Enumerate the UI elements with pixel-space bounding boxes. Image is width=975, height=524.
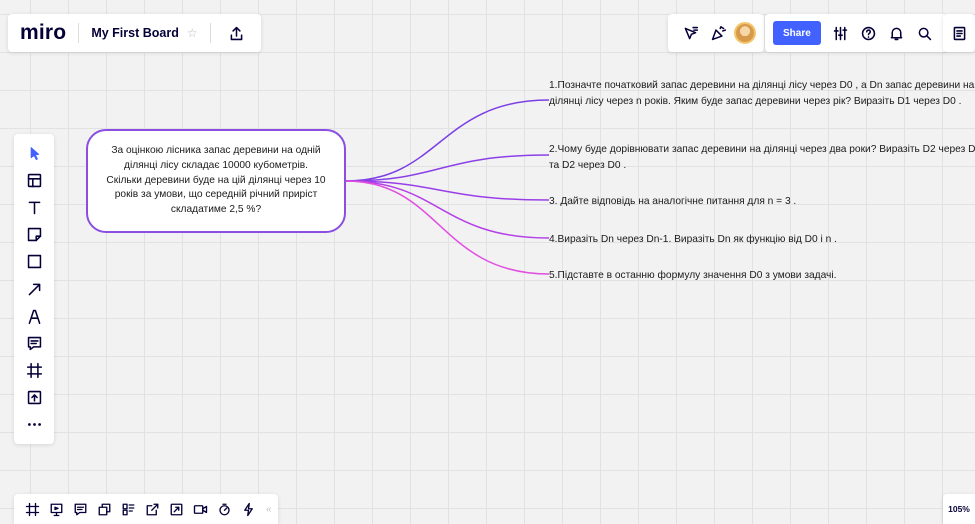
mindmap-root-node[interactable]: За оцінкою лісника запас деревини на одн… — [86, 129, 346, 233]
connector-1 — [345, 99, 550, 182]
mindmap-branch-4[interactable]: 4.Виразіть Dn через Dn-1. Виразіть Dn як… — [549, 232, 975, 248]
root-node-text: За оцінкою лісника запас деревини на одн… — [106, 145, 326, 216]
connector-4 — [345, 180, 550, 239]
mindmap-branch-3[interactable]: 3. Дайте відповідь на аналогічне питання… — [549, 194, 975, 210]
connector-5 — [345, 180, 550, 275]
mindmap-branch-5[interactable]: 5.Підставте в останню формулу значення D… — [549, 268, 975, 284]
mindmap-branch-1[interactable]: 1.Позначте початковий запас деревини на … — [549, 78, 975, 109]
mindmap-branch-2[interactable]: 2.Чому буде дорівнювати запас деревини н… — [549, 142, 975, 173]
